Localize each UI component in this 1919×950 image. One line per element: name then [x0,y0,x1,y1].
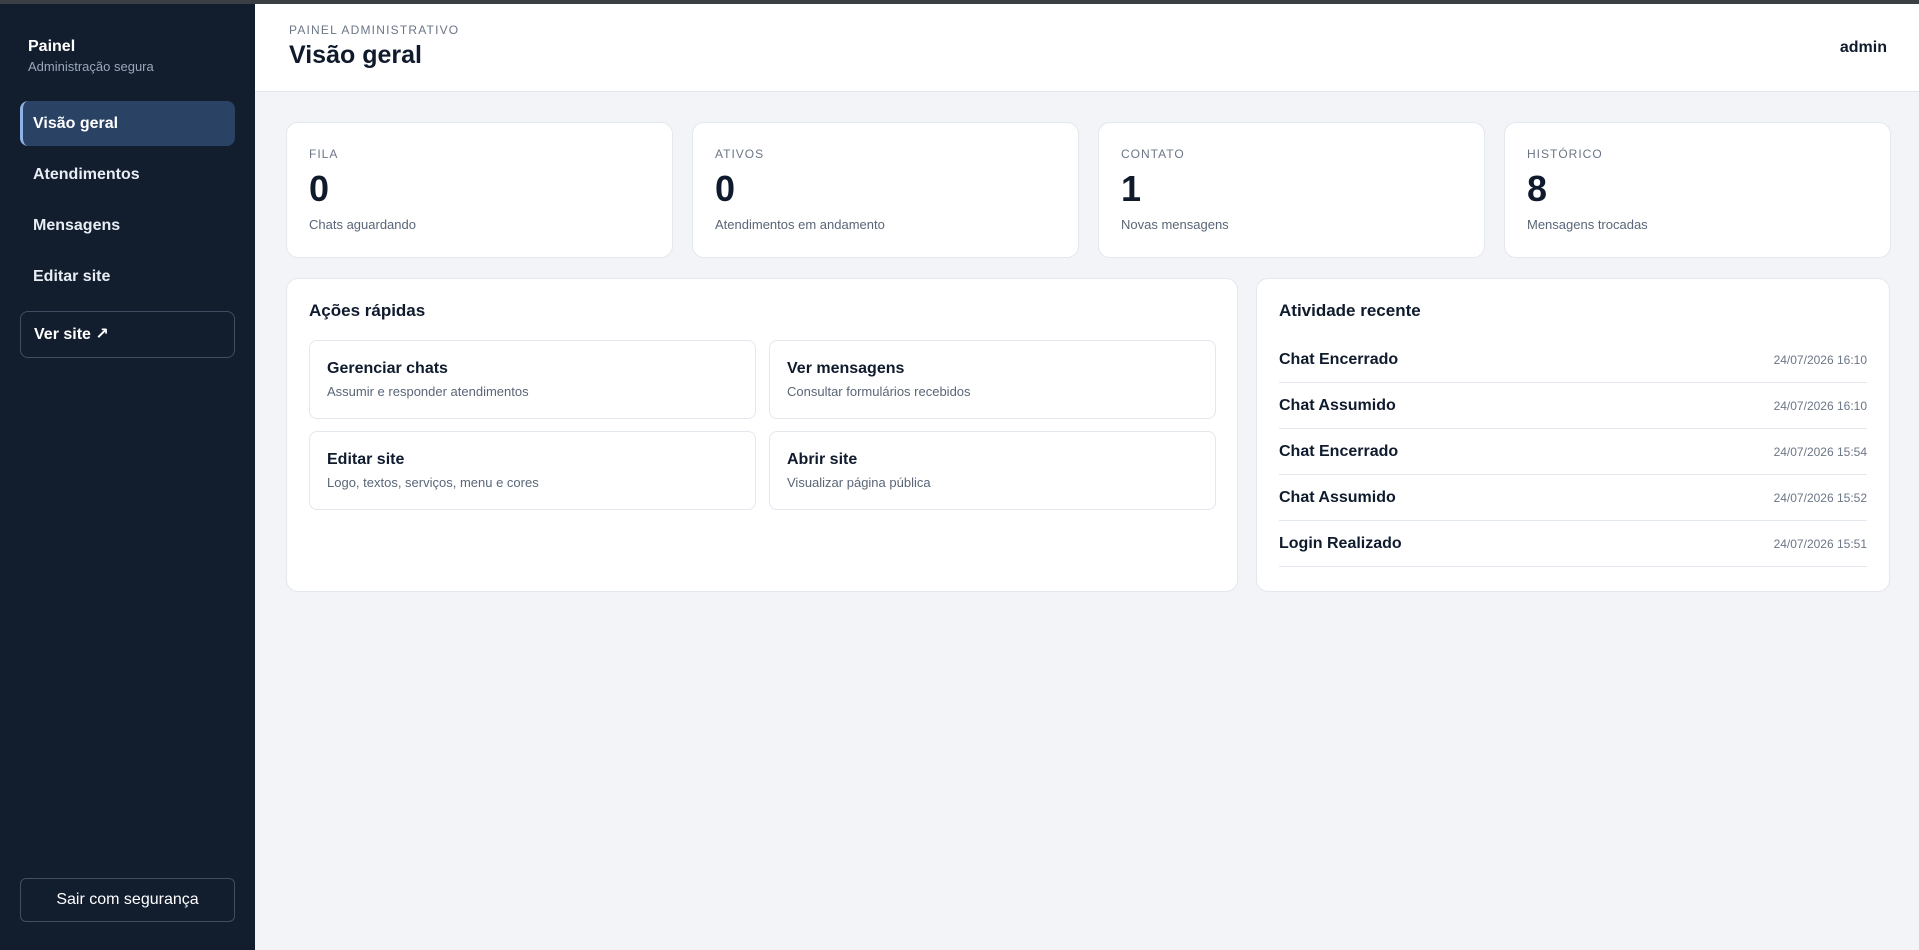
stat-description: Mensagens trocadas [1527,217,1648,232]
activity-name: Login Realizado [1279,534,1402,552]
view-site-button[interactable]: Ver site ↗ [20,311,235,358]
quick-actions-title: Ações rápidas [309,301,426,320]
brand-subtitle: Administração segura [28,59,154,74]
recent-activity-title: Atividade recente [1279,301,1421,320]
list-item: Chat Encerrado 24/07/2026 16:10 [1279,337,1867,383]
user-name[interactable]: admin [1840,39,1887,57]
sidebar: Painel Administração segura Visão geral … [0,4,255,950]
stat-description: Chats aguardando [309,217,416,232]
list-item: Login Realizado 24/07/2026 15:51 [1279,521,1867,567]
sidebar-item-atendimentos[interactable]: Atendimentos [20,152,235,197]
activity-time: 24/07/2026 16:10 [1773,398,1867,413]
action-title: Editar site [327,451,405,468]
sidebar-nav: Visão geral Atendimentos Mensagens Edita… [20,101,235,299]
stat-value: 8 [1527,168,1548,209]
activity-name: Chat Encerrado [1279,442,1399,460]
action-edit-site[interactable]: Editar site Logo, textos, serviços, menu… [309,431,756,510]
activity-time: 24/07/2026 15:52 [1773,490,1867,505]
action-description: Consultar formulários recebidos [787,384,971,399]
activity-name: Chat Assumido [1279,488,1396,506]
stat-card-historico: HISTÓRICO 8 Mensagens trocadas [1504,122,1891,258]
action-manage-chats[interactable]: Gerenciar chats Assumir e responder aten… [309,340,756,419]
stat-description: Novas mensagens [1121,217,1229,232]
action-title: Ver mensagens [787,360,905,377]
quick-actions-grid: Gerenciar chats Assumir e responder aten… [309,340,1216,510]
activity-list: Chat Encerrado 24/07/2026 16:10 Chat Ass… [1279,337,1867,567]
stat-card-fila: FILA 0 Chats aguardando [286,122,673,258]
logout-button[interactable]: Sair com segurança [20,878,235,922]
sidebar-item-visao-geral[interactable]: Visão geral [20,101,235,146]
action-open-site[interactable]: Abrir site Visualizar página pública [769,431,1216,510]
action-title: Gerenciar chats [327,360,448,377]
action-description: Assumir e responder atendimentos [327,384,529,399]
action-title: Abrir site [787,451,858,468]
activity-time: 24/07/2026 15:51 [1773,536,1867,551]
activity-time: 24/07/2026 16:10 [1773,352,1867,367]
list-item: Chat Assumido 24/07/2026 16:10 [1279,383,1867,429]
stat-value: 0 [309,168,330,209]
stat-label: FILA [309,147,339,161]
action-view-messages[interactable]: Ver mensagens Consultar formulários rece… [769,340,1216,419]
activity-name: Chat Assumido [1279,396,1396,414]
stat-card-contato: CONTATO 1 Novas mensagens [1098,122,1485,258]
sidebar-item-editar-site[interactable]: Editar site [20,254,235,299]
quick-actions-panel: Ações rápidas Gerenciar chats Assumir e … [286,278,1238,592]
activity-time: 24/07/2026 15:54 [1773,444,1867,459]
stat-label: CONTATO [1121,147,1185,161]
stat-card-ativos: ATIVOS 0 Atendimentos em andamento [692,122,1079,258]
activity-name: Chat Encerrado [1279,350,1399,368]
action-description: Visualizar página pública [787,475,931,490]
page-header: PAINEL ADMINISTRATIVO Visão geral admin [255,4,1919,92]
stat-label: ATIVOS [715,147,765,161]
app-shell: Painel Administração segura Visão geral … [0,4,1919,950]
stats-row: FILA 0 Chats aguardando ATIVOS 0 Atendim… [286,122,1891,258]
list-item: Chat Encerrado 24/07/2026 15:54 [1279,429,1867,475]
stat-value: 1 [1121,168,1142,209]
list-item: Chat Assumido 24/07/2026 15:52 [1279,475,1867,521]
stat-description: Atendimentos em andamento [715,217,885,232]
brand-title: Painel [28,38,76,55]
sidebar-item-mensagens[interactable]: Mensagens [20,203,235,248]
main-content: PAINEL ADMINISTRATIVO Visão geral admin … [255,4,1919,950]
recent-activity-panel: Atividade recente Chat Encerrado 24/07/2… [1256,278,1890,592]
action-description: Logo, textos, serviços, menu e cores [327,475,539,490]
stat-value: 0 [715,168,736,209]
page-title: Visão geral [289,41,422,69]
stat-label: HISTÓRICO [1527,147,1603,161]
header-eyebrow: PAINEL ADMINISTRATIVO [289,23,460,37]
